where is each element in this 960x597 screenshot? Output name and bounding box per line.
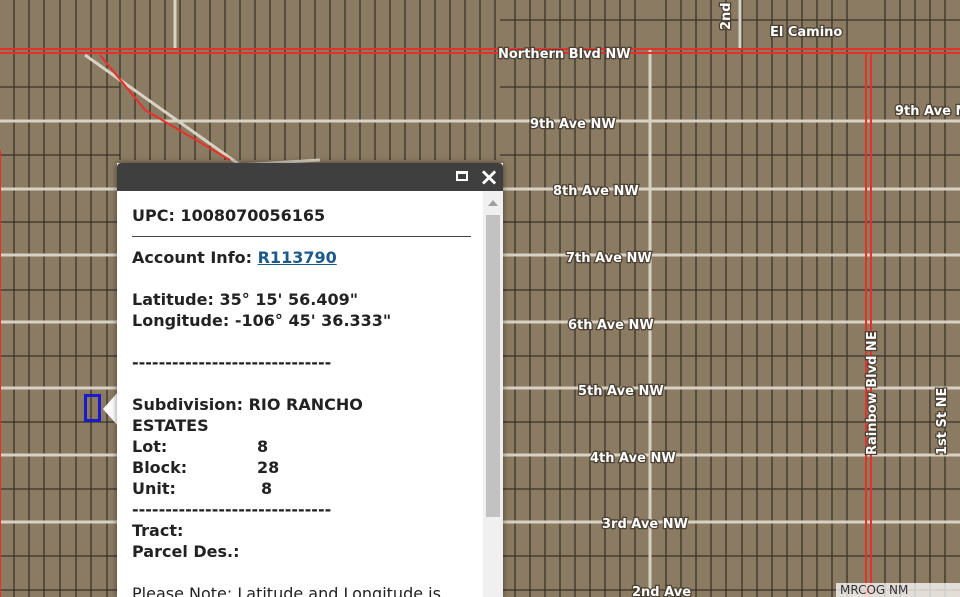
map-attribution: MRCOG NM (836, 583, 960, 597)
lot-row: Lot: 8 (132, 436, 483, 457)
label-2nd-ave: 2nd Ave (632, 585, 691, 597)
subdivision-text-cont: ESTATES (132, 416, 209, 435)
label-3rd-ave: 3rd Ave NW (602, 517, 688, 532)
lot-value: 8 (257, 437, 269, 456)
block-row: Block: 28 (132, 457, 483, 478)
longitude-text: Longitude: -106° 45' 36.333" (132, 311, 392, 330)
label-el-camino: El Camino (770, 25, 842, 40)
parcel-info-popup: × UPC: 1008070056165 Account Info: R1137… (117, 163, 503, 597)
label-2nd: 2nd (719, 2, 734, 30)
account-link[interactable]: R113790 (258, 248, 337, 267)
popup-scrollbar[interactable] (483, 191, 503, 597)
latitude-text: Latitude: 35° 15' 56.409" (132, 290, 359, 309)
account-info: Account Info: R113790 (132, 247, 483, 268)
tract-label: Tract: (132, 521, 184, 540)
separator-line-2: ------------------------------ (132, 500, 332, 519)
block-label: Block: (132, 458, 188, 477)
parcel-des-label: Parcel Des.: (132, 542, 240, 561)
close-icon[interactable]: × (479, 165, 499, 189)
maximize-icon[interactable] (453, 167, 473, 187)
popup-header: × (117, 163, 503, 191)
unit-value: 8 (261, 479, 273, 498)
popup-pointer (103, 392, 118, 426)
label-8th-ave: 8th Ave NW (553, 184, 639, 199)
subdivision-text: Subdivision: RIO RANCHO (132, 395, 363, 414)
label-1st-st: 1st St NE (935, 388, 950, 455)
popup-content: UPC: 1008070056165 Account Info: R113790… (117, 191, 483, 597)
selected-parcel-marker[interactable] (84, 394, 101, 422)
label-9th-ave-ne: 9th Ave NE (895, 104, 960, 119)
label-7th-ave: 7th Ave NW (566, 251, 652, 266)
divider (132, 236, 471, 237)
scroll-thumb[interactable] (486, 215, 500, 517)
unit-label: Unit: (132, 479, 176, 498)
scroll-up-icon[interactable] (488, 200, 498, 206)
note-text: Please Note: Latitude and Longitude is (132, 584, 441, 597)
block-value: 28 (257, 458, 280, 477)
label-9th-ave: 9th Ave NW (530, 117, 616, 132)
label-5th-ave: 5th Ave NW (578, 384, 664, 399)
separator-line: ------------------------------ (132, 353, 332, 372)
unit-row: Unit: 8 (132, 478, 483, 499)
label-6th-ave: 6th Ave NW (568, 318, 654, 333)
label-4th-ave: 4th Ave NW (590, 451, 676, 466)
upc-text: UPC: 1008070056165 (132, 206, 326, 225)
label-rainbow-blvd: Rainbow Blvd NE (865, 331, 880, 455)
account-label: Account Info: (132, 248, 258, 267)
label-northern-blvd: Northern Blvd NW (498, 47, 631, 62)
lot-label: Lot: (132, 437, 168, 456)
